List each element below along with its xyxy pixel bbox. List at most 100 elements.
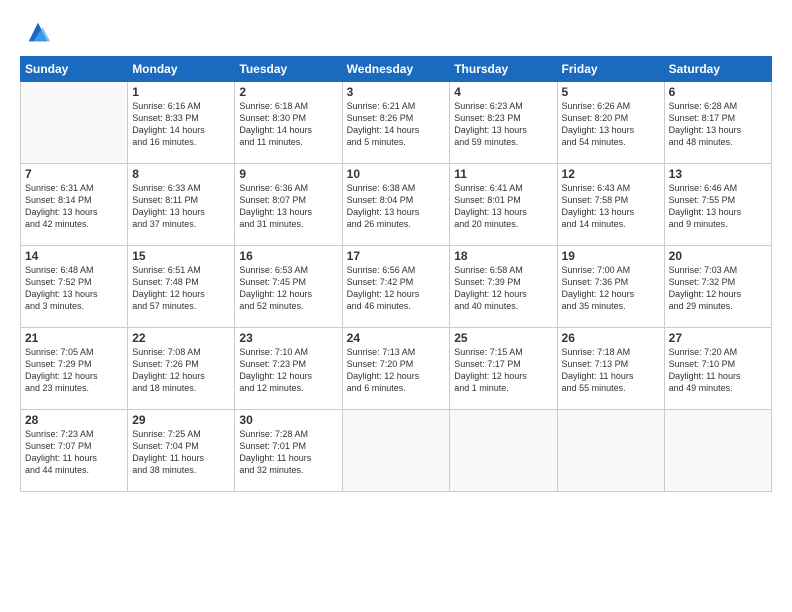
day-info: Sunrise: 6:41 AM Sunset: 8:01 PM Dayligh… [454, 182, 552, 231]
day-info: Sunrise: 7:05 AM Sunset: 7:29 PM Dayligh… [25, 346, 123, 395]
calendar-cell: 18Sunrise: 6:58 AM Sunset: 7:39 PM Dayli… [450, 246, 557, 328]
day-number: 28 [25, 413, 123, 427]
calendar-cell: 24Sunrise: 7:13 AM Sunset: 7:20 PM Dayli… [342, 328, 450, 410]
calendar-cell: 14Sunrise: 6:48 AM Sunset: 7:52 PM Dayli… [21, 246, 128, 328]
logo [20, 18, 52, 46]
calendar-cell: 4Sunrise: 6:23 AM Sunset: 8:23 PM Daylig… [450, 82, 557, 164]
weekday-header-sunday: Sunday [21, 57, 128, 82]
week-row-1: 7Sunrise: 6:31 AM Sunset: 8:14 PM Daylig… [21, 164, 772, 246]
day-number: 8 [132, 167, 230, 181]
day-info: Sunrise: 6:43 AM Sunset: 7:58 PM Dayligh… [562, 182, 660, 231]
day-info: Sunrise: 6:18 AM Sunset: 8:30 PM Dayligh… [239, 100, 337, 149]
calendar-cell: 25Sunrise: 7:15 AM Sunset: 7:17 PM Dayli… [450, 328, 557, 410]
day-number: 5 [562, 85, 660, 99]
day-info: Sunrise: 6:31 AM Sunset: 8:14 PM Dayligh… [25, 182, 123, 231]
calendar-cell: 2Sunrise: 6:18 AM Sunset: 8:30 PM Daylig… [235, 82, 342, 164]
day-info: Sunrise: 6:16 AM Sunset: 8:33 PM Dayligh… [132, 100, 230, 149]
week-row-2: 14Sunrise: 6:48 AM Sunset: 7:52 PM Dayli… [21, 246, 772, 328]
day-number: 23 [239, 331, 337, 345]
weekday-header-friday: Friday [557, 57, 664, 82]
day-info: Sunrise: 7:18 AM Sunset: 7:13 PM Dayligh… [562, 346, 660, 395]
calendar-cell: 26Sunrise: 7:18 AM Sunset: 7:13 PM Dayli… [557, 328, 664, 410]
day-number: 29 [132, 413, 230, 427]
calendar-cell: 27Sunrise: 7:20 AM Sunset: 7:10 PM Dayli… [664, 328, 771, 410]
day-info: Sunrise: 7:20 AM Sunset: 7:10 PM Dayligh… [669, 346, 767, 395]
calendar-cell: 20Sunrise: 7:03 AM Sunset: 7:32 PM Dayli… [664, 246, 771, 328]
day-number: 11 [454, 167, 552, 181]
day-number: 1 [132, 85, 230, 99]
day-info: Sunrise: 6:51 AM Sunset: 7:48 PM Dayligh… [132, 264, 230, 313]
weekday-header-row: SundayMondayTuesdayWednesdayThursdayFrid… [21, 57, 772, 82]
day-number: 30 [239, 413, 337, 427]
day-info: Sunrise: 6:21 AM Sunset: 8:26 PM Dayligh… [347, 100, 446, 149]
calendar-cell: 1Sunrise: 6:16 AM Sunset: 8:33 PM Daylig… [128, 82, 235, 164]
calendar: SundayMondayTuesdayWednesdayThursdayFrid… [20, 56, 772, 492]
week-row-4: 28Sunrise: 7:23 AM Sunset: 7:07 PM Dayli… [21, 410, 772, 492]
day-number: 17 [347, 249, 446, 263]
calendar-cell: 29Sunrise: 7:25 AM Sunset: 7:04 PM Dayli… [128, 410, 235, 492]
day-number: 4 [454, 85, 552, 99]
day-info: Sunrise: 6:53 AM Sunset: 7:45 PM Dayligh… [239, 264, 337, 313]
day-info: Sunrise: 7:28 AM Sunset: 7:01 PM Dayligh… [239, 428, 337, 477]
day-number: 9 [239, 167, 337, 181]
day-info: Sunrise: 7:03 AM Sunset: 7:32 PM Dayligh… [669, 264, 767, 313]
day-number: 25 [454, 331, 552, 345]
day-info: Sunrise: 7:10 AM Sunset: 7:23 PM Dayligh… [239, 346, 337, 395]
weekday-header-monday: Monday [128, 57, 235, 82]
calendar-cell: 3Sunrise: 6:21 AM Sunset: 8:26 PM Daylig… [342, 82, 450, 164]
calendar-cell: 15Sunrise: 6:51 AM Sunset: 7:48 PM Dayli… [128, 246, 235, 328]
calendar-cell: 23Sunrise: 7:10 AM Sunset: 7:23 PM Dayli… [235, 328, 342, 410]
day-info: Sunrise: 6:33 AM Sunset: 8:11 PM Dayligh… [132, 182, 230, 231]
day-info: Sunrise: 7:08 AM Sunset: 7:26 PM Dayligh… [132, 346, 230, 395]
weekday-header-thursday: Thursday [450, 57, 557, 82]
day-number: 24 [347, 331, 446, 345]
calendar-cell: 5Sunrise: 6:26 AM Sunset: 8:20 PM Daylig… [557, 82, 664, 164]
day-info: Sunrise: 7:15 AM Sunset: 7:17 PM Dayligh… [454, 346, 552, 395]
calendar-cell: 13Sunrise: 6:46 AM Sunset: 7:55 PM Dayli… [664, 164, 771, 246]
day-info: Sunrise: 7:23 AM Sunset: 7:07 PM Dayligh… [25, 428, 123, 477]
day-info: Sunrise: 6:46 AM Sunset: 7:55 PM Dayligh… [669, 182, 767, 231]
calendar-cell [557, 410, 664, 492]
day-info: Sunrise: 6:36 AM Sunset: 8:07 PM Dayligh… [239, 182, 337, 231]
day-number: 3 [347, 85, 446, 99]
day-info: Sunrise: 7:00 AM Sunset: 7:36 PM Dayligh… [562, 264, 660, 313]
weekday-header-wednesday: Wednesday [342, 57, 450, 82]
day-info: Sunrise: 6:28 AM Sunset: 8:17 PM Dayligh… [669, 100, 767, 149]
calendar-cell: 17Sunrise: 6:56 AM Sunset: 7:42 PM Dayli… [342, 246, 450, 328]
day-number: 26 [562, 331, 660, 345]
weekday-header-saturday: Saturday [664, 57, 771, 82]
calendar-cell [21, 82, 128, 164]
day-info: Sunrise: 6:26 AM Sunset: 8:20 PM Dayligh… [562, 100, 660, 149]
day-number: 22 [132, 331, 230, 345]
week-row-3: 21Sunrise: 7:05 AM Sunset: 7:29 PM Dayli… [21, 328, 772, 410]
calendar-cell: 28Sunrise: 7:23 AM Sunset: 7:07 PM Dayli… [21, 410, 128, 492]
calendar-cell: 21Sunrise: 7:05 AM Sunset: 7:29 PM Dayli… [21, 328, 128, 410]
day-number: 20 [669, 249, 767, 263]
calendar-cell: 8Sunrise: 6:33 AM Sunset: 8:11 PM Daylig… [128, 164, 235, 246]
calendar-cell: 30Sunrise: 7:28 AM Sunset: 7:01 PM Dayli… [235, 410, 342, 492]
day-number: 19 [562, 249, 660, 263]
day-number: 18 [454, 249, 552, 263]
day-number: 7 [25, 167, 123, 181]
calendar-cell: 6Sunrise: 6:28 AM Sunset: 8:17 PM Daylig… [664, 82, 771, 164]
day-info: Sunrise: 7:25 AM Sunset: 7:04 PM Dayligh… [132, 428, 230, 477]
calendar-cell: 10Sunrise: 6:38 AM Sunset: 8:04 PM Dayli… [342, 164, 450, 246]
day-number: 12 [562, 167, 660, 181]
calendar-cell: 22Sunrise: 7:08 AM Sunset: 7:26 PM Dayli… [128, 328, 235, 410]
day-number: 2 [239, 85, 337, 99]
logo-icon [24, 18, 52, 46]
day-number: 10 [347, 167, 446, 181]
day-info: Sunrise: 6:58 AM Sunset: 7:39 PM Dayligh… [454, 264, 552, 313]
day-info: Sunrise: 6:38 AM Sunset: 8:04 PM Dayligh… [347, 182, 446, 231]
calendar-cell: 12Sunrise: 6:43 AM Sunset: 7:58 PM Dayli… [557, 164, 664, 246]
calendar-cell: 19Sunrise: 7:00 AM Sunset: 7:36 PM Dayli… [557, 246, 664, 328]
calendar-cell [450, 410, 557, 492]
calendar-cell [664, 410, 771, 492]
day-number: 14 [25, 249, 123, 263]
calendar-cell [342, 410, 450, 492]
day-number: 13 [669, 167, 767, 181]
day-info: Sunrise: 6:23 AM Sunset: 8:23 PM Dayligh… [454, 100, 552, 149]
day-number: 21 [25, 331, 123, 345]
day-number: 16 [239, 249, 337, 263]
day-info: Sunrise: 7:13 AM Sunset: 7:20 PM Dayligh… [347, 346, 446, 395]
